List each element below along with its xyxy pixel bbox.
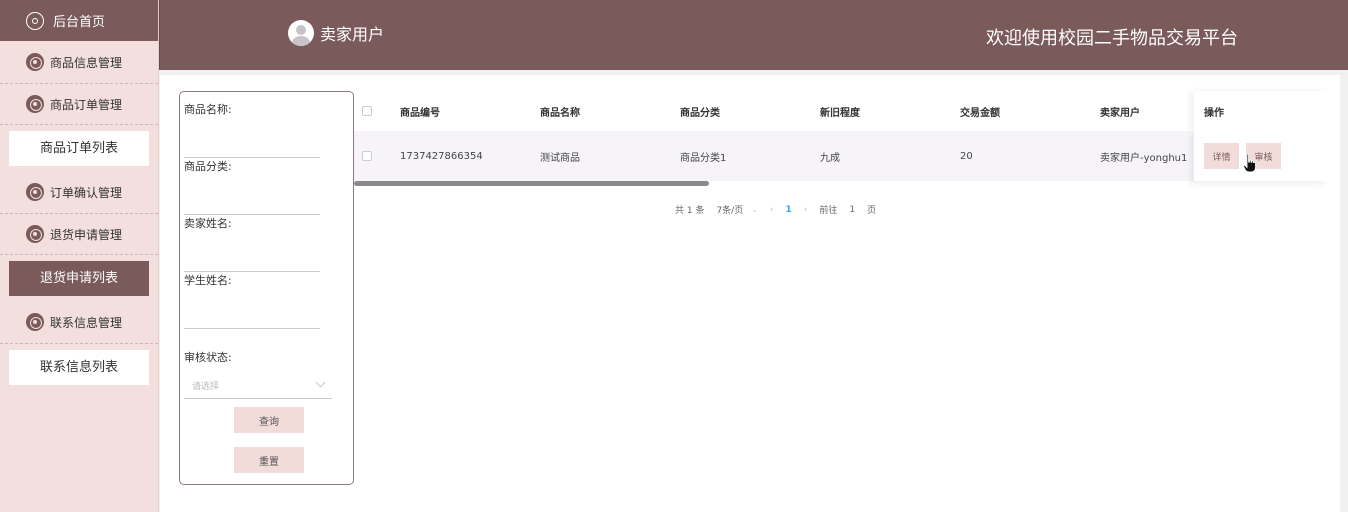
sidebar-group-product-order[interactable]: 商品订单管理 [0,84,158,125]
goto-input[interactable]: 1 [849,205,855,215]
seller-name-label: 卖家姓名: [184,217,232,230]
data-table: 商品编号 商品名称 商品分类 新旧程度 交易金额 卖家用户 操作 1737427… [354,91,1328,181]
sidebar-item-label: 退货申请列表 [9,260,149,296]
sidebar-home-label: 后台首页 [53,15,106,30]
col-header-condition: 新旧程度 [820,107,860,119]
cell-product-name: 测试商品 [540,152,580,164]
avatar [288,20,314,46]
sidebar-group-label: 联系信息管理 [50,315,123,330]
home-icon [26,11,44,30]
sidebar-group-label: 商品订单管理 [50,97,123,112]
cell-amount: 20 [960,150,973,162]
sidebar-group-return-request[interactable]: 退货申请管理 [0,214,158,255]
table-header: 商品编号 商品名称 商品分类 新旧程度 交易金额 卖家用户 操作 [354,91,1328,131]
query-button[interactable]: 查询 [234,407,304,433]
sidebar-item-label: 商品订单列表 [9,130,149,166]
sidebar-item-contact-list[interactable]: 联系信息列表 [0,344,158,390]
reset-button[interactable]: 重置 [234,447,304,473]
sidebar-group-contact[interactable]: 联系信息管理 [0,301,158,344]
sidebar-group-label: 商品信息管理 [50,55,123,70]
select-all-checkbox[interactable] [362,106,372,116]
category-input[interactable] [184,174,320,215]
sidebar-home[interactable]: 后台首页 [0,0,158,41]
menu-icon [26,313,44,331]
seller-name-input[interactable] [184,231,320,272]
sidebar-item-return-list[interactable]: 退货申请列表 [0,255,158,301]
hand-cursor-icon [1243,153,1257,173]
user-label: 卖家用户 [320,25,385,44]
user-info[interactable]: 卖家用户 [288,20,384,46]
page-size-select[interactable]: 7条/页 ⌄ [716,203,757,216]
sidebar: 后台首页 商品信息管理 商品订单管理 商品订单列表 订单确认管理 退货申请管理 … [0,0,159,512]
menu-icon [26,95,44,113]
menu-icon [26,53,44,71]
col-header-actions: 操作 [1194,91,1328,131]
sidebar-group-label: 订单确认管理 [50,185,123,200]
sidebar-group-label: 退货申请管理 [50,227,123,242]
menu-icon [26,225,44,243]
table-row: 1737427866354 测试商品 商品分类1 九成 20 卖家用户-yong… [354,131,1328,181]
welcome-text: 欢迎使用校园二手物品交易平台 [986,28,1238,49]
row-checkbox[interactable] [362,151,372,161]
category-label: 商品分类: [184,160,232,173]
page-suffix: 页 [867,206,877,216]
cell-category: 商品分类1 [680,152,727,164]
chevron-down-icon: ⌄ [751,205,758,214]
col-header-category: 商品分类 [680,107,720,119]
sidebar-item-order-list[interactable]: 商品订单列表 [0,125,158,171]
page-number[interactable]: 1 [786,205,792,215]
pagination: 共 1 条 7条/页 ⌄ ‹ 1 › 前往 1 页 [675,203,888,217]
product-name-label: 商品名称: [184,103,232,116]
prev-page-button[interactable]: ‹ [770,205,774,215]
sidebar-group-product-info[interactable]: 商品信息管理 [0,41,158,84]
student-name-input[interactable] [184,288,320,329]
search-panel: 商品名称: 商品分类: 卖家姓名: 学生姓名: 审核状态: 请选择 查询 重置 [179,91,354,485]
cell-product-no: 1737427866354 [400,150,483,162]
cell-condition: 九成 [820,152,840,164]
audit-status-label: 审核状态: [184,351,232,364]
next-page-button[interactable]: › [804,205,808,215]
audit-status-placeholder: 请选择 [192,382,220,392]
goto-label: 前往 [819,206,838,216]
col-header-seller: 卖家用户 [1100,107,1140,119]
cell-seller: 卖家用户-yonghu1 [1100,152,1188,164]
horizontal-scrollbar[interactable] [354,181,709,186]
detail-button[interactable]: 详情 [1204,143,1239,169]
product-name-input[interactable] [184,117,320,158]
cell-actions: 详情 审核 [1194,131,1328,181]
col-header-product-no: 商品编号 [400,107,440,119]
header: 卖家用户 欢迎使用校园二手物品交易平台 [159,0,1348,70]
pager-total: 共 1 条 [675,206,705,216]
col-header-product-name: 商品名称 [540,107,580,119]
audit-status-select[interactable]: 请选择 [184,373,332,399]
menu-icon [26,183,44,201]
chevron-down-icon [315,377,326,388]
sidebar-item-label: 联系信息列表 [9,349,149,385]
sidebar-group-order-confirm[interactable]: 订单确认管理 [0,171,158,214]
page-size-value: 7条/页 [716,206,744,216]
student-name-label: 学生姓名: [184,274,232,287]
col-header-amount: 交易金额 [960,107,1000,119]
